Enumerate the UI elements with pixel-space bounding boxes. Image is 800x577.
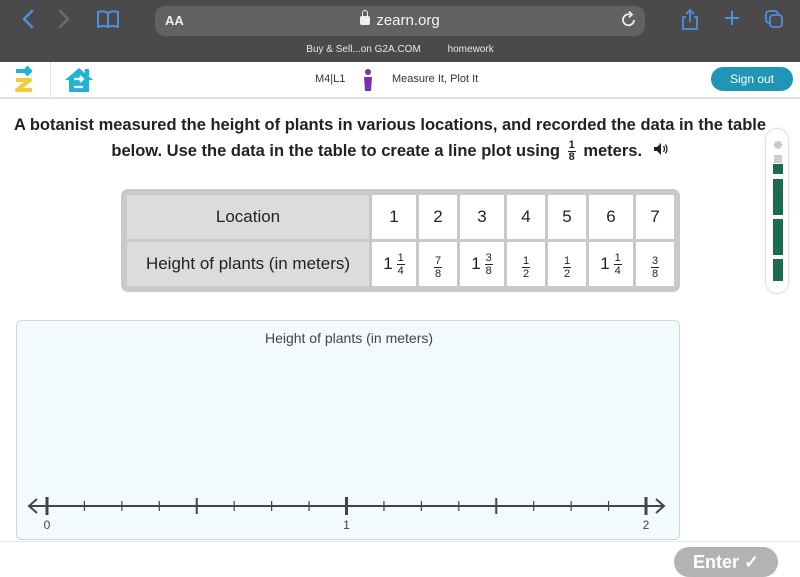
speaker-icon — [653, 143, 668, 155]
tabs-button[interactable] — [760, 8, 788, 34]
question-prompt: A botanist measured the height of plants… — [0, 112, 780, 165]
home-icon[interactable] — [63, 66, 95, 94]
plus-icon — [725, 11, 739, 25]
bookmark-g2a[interactable]: Buy & Sell...on G2A.COM — [306, 44, 421, 55]
chevron-left-icon — [22, 9, 34, 29]
location-cell: 5 — [548, 195, 586, 239]
location-cell: 3 — [460, 195, 504, 239]
sign-out-button[interactable]: Sign out — [711, 67, 793, 91]
speaker-button[interactable] — [653, 139, 669, 165]
lesson-code: M4|L1 — [315, 73, 346, 85]
reload-button[interactable] — [621, 10, 637, 33]
data-table: Location 1 2 3 4 5 6 7 Height of plants … — [121, 189, 680, 292]
height-header: Height of plants (in meters) — [127, 242, 369, 286]
height-cell: 38 — [636, 242, 674, 286]
question-fraction: 18 — [567, 139, 576, 164]
location-cell: 6 — [589, 195, 633, 239]
new-tab-button[interactable] — [718, 8, 746, 34]
height-cell: 114 — [372, 242, 416, 286]
footer-divider — [0, 541, 800, 542]
tabs-icon — [765, 10, 783, 28]
bookmarks-bar: Buy & Sell...on G2A.COM homework — [0, 44, 800, 55]
reload-icon — [622, 10, 635, 27]
progress-segment — [773, 259, 783, 281]
location-header: Location — [127, 195, 369, 239]
bookmark-homework[interactable]: homework — [448, 44, 494, 55]
location-cell: 1 — [372, 195, 416, 239]
progress-segment-top — [774, 155, 782, 163]
back-button[interactable] — [14, 8, 42, 34]
height-cell: 12 — [507, 242, 545, 286]
location-row: Location 1 2 3 4 5 6 7 — [127, 195, 674, 239]
lock-icon — [360, 10, 371, 25]
url-text: zearn.org — [376, 12, 440, 29]
height-row: Height of plants (in meters) 114 78 138 … — [127, 242, 674, 286]
star-icon: ✸ — [772, 137, 784, 153]
book-icon — [97, 10, 119, 28]
question-text-end: meters. — [583, 142, 643, 160]
browser-toolbar: AA zearn.org Buy & Sell...on G2A.COM hom… — [0, 0, 800, 62]
app-header: M4|L1 Measure It, Plot It Sign out — [0, 62, 800, 99]
location-cell: 7 — [636, 195, 674, 239]
line-plot-area[interactable]: Height of plants (in meters) 012 — [16, 320, 680, 540]
number-line[interactable]: 0 1 2 — [17, 321, 681, 541]
height-cell: 12 — [548, 242, 586, 286]
header-divider — [50, 62, 51, 99]
progress-segment — [773, 219, 783, 255]
lesson-title: Measure It, Plot It — [392, 73, 479, 85]
share-button[interactable] — [676, 8, 704, 34]
forward-button[interactable] — [50, 8, 78, 34]
location-cell: 2 — [419, 195, 457, 239]
tick-label: 1 — [343, 518, 350, 532]
progress-tracker: ✸ — [765, 128, 789, 294]
student-icon — [364, 69, 372, 91]
address-bar[interactable]: AA zearn.org — [155, 6, 645, 36]
chevron-right-icon — [58, 9, 70, 29]
height-cell: 114 — [589, 242, 633, 286]
tick-label: 0 — [44, 518, 51, 532]
share-icon — [682, 8, 698, 30]
tick-label: 2 — [643, 518, 650, 532]
progress-segment — [773, 179, 783, 215]
progress-segment — [773, 164, 783, 174]
location-cell: 4 — [507, 195, 545, 239]
reader-button[interactable] — [94, 8, 122, 34]
height-cell: 138 — [460, 242, 504, 286]
zearn-logo-icon[interactable] — [10, 66, 40, 94]
height-cell: 78 — [419, 242, 457, 286]
